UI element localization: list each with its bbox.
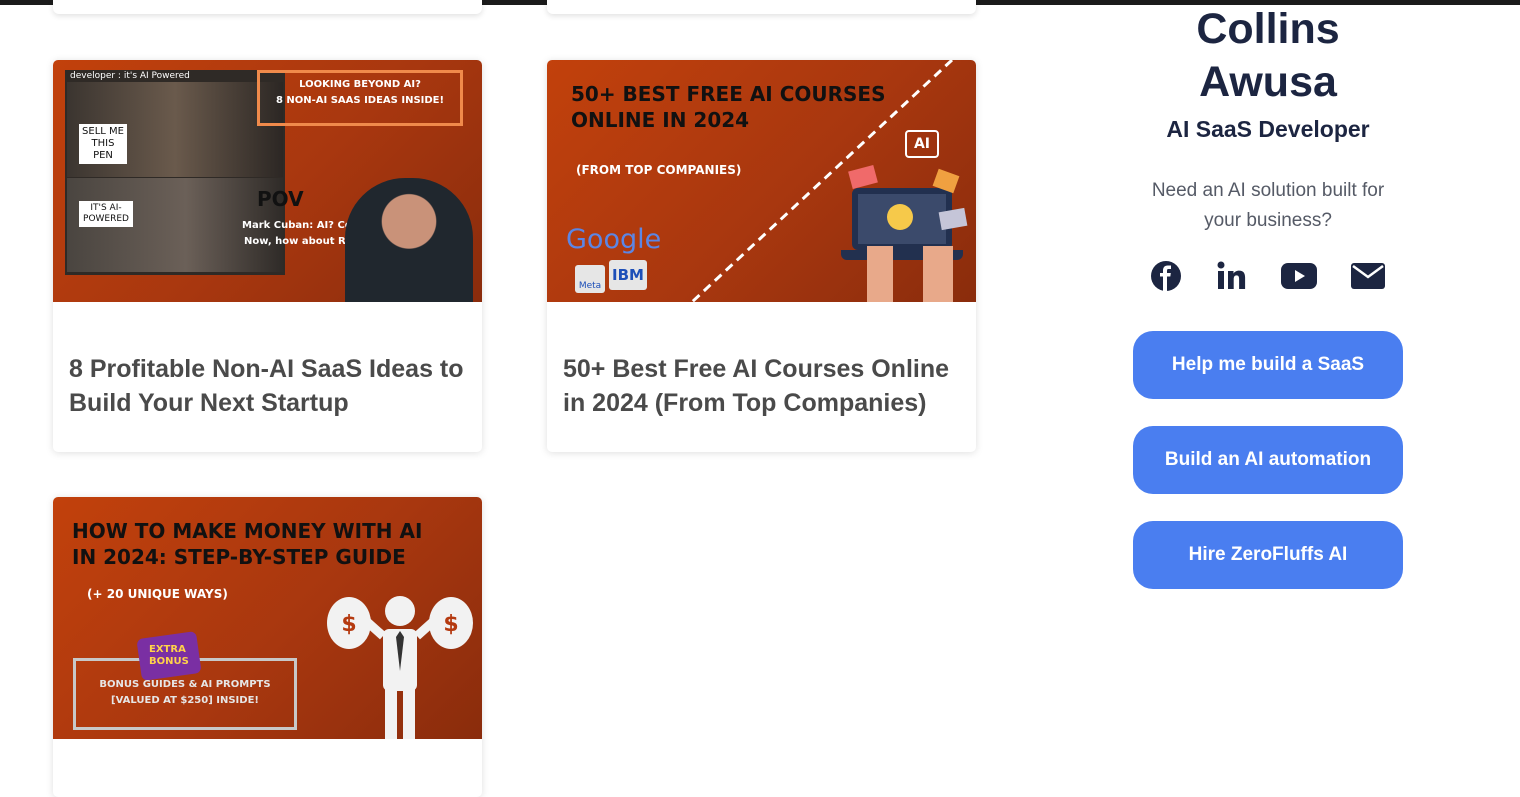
headline-line-2: ONLINE IN 2024 [571,108,750,132]
build-ai-automation-button[interactable]: Build an AI automation [1133,426,1403,494]
headline-line-1: LOOKING BEYOND AI? [299,79,421,90]
post-title[interactable]: 8 Profitable Non-AI SaaS Ideas to Build … [69,352,468,420]
headline-line-2: 8 NON-AI SAAS IDEAS INSIDE! [275,95,445,106]
linkedin-icon[interactable] [1214,258,1250,294]
headline-line-1: HOW TO MAKE MONEY WITH AI [72,519,423,543]
email-icon[interactable] [1350,258,1386,294]
meta-logo: Meta [575,265,605,293]
subheadline: (FROM TOP COMPANIES) [576,163,742,177]
subheadline: (+ 20 UNIQUE WAYS) [87,587,228,601]
post-card-above-left[interactable] [53,0,482,14]
help-build-saas-button[interactable]: Help me build a SaaS [1133,331,1403,399]
meme-bubble-2: IT'S AI-POWERED [79,201,133,227]
youtube-icon[interactable] [1281,258,1317,294]
svg-text:$: $ [443,612,458,637]
ibm-logo: IBM [609,260,647,290]
post-thumbnail[interactable]: developer : it's AI Powered SELL ME THIS… [53,60,482,302]
pov-label: POV [257,187,304,211]
svg-text:$: $ [341,612,356,637]
google-logo: Google [566,224,662,255]
meme-caption: developer : it's AI Powered [70,71,190,81]
headline-line-2: IN 2024: STEP-BY-STEP GUIDE [72,545,406,569]
author-tagline-line-1: Need an AI solution built for [1151,180,1385,201]
post-card[interactable]: HOW TO MAKE MONEY WITH AI IN 2024: STEP-… [53,497,482,797]
author-tagline-line-2: your business? [1204,210,1332,231]
author-name-first: Collins [1196,5,1340,53]
meme-bubble-1: SELL ME THIS PEN [79,124,127,164]
hire-zerofluffs-button[interactable]: Hire ZeroFluffs AI [1133,521,1403,589]
hands-illustration [867,246,953,302]
bonus-line-1: BONUS GUIDES & AI PROMPTS [99,679,271,690]
post-card[interactable]: developer : it's AI Powered SELL ME THIS… [53,60,482,452]
money-man-illustration: $ $ [327,596,473,739]
bonus-label: BONUS [149,656,189,667]
headline-line-1: 50+ BEST FREE AI COURSES [571,82,886,106]
post-thumbnail[interactable]: 50+ BEST FREE AI COURSES ONLINE IN 2024 … [547,60,976,302]
post-title[interactable]: 50+ Best Free AI Courses Online in 2024 … [563,352,962,420]
author-role: AI SaaS Developer [1166,116,1370,142]
facebook-icon[interactable] [1148,258,1184,294]
post-card[interactable]: 50+ BEST FREE AI COURSES ONLINE IN 2024 … [547,60,976,452]
bonus-line-2: [VALUED AT $250] INSIDE! [111,695,259,706]
ai-chip-icon: AI [905,130,939,158]
laptop-screen-bulb-icon [887,204,913,230]
author-name-last: Awusa [1199,58,1337,106]
person-photo [345,178,473,302]
extra-label: EXTRA [149,644,186,655]
post-thumbnail[interactable]: HOW TO MAKE MONEY WITH AI IN 2024: STEP-… [53,497,482,739]
post-card-above-right[interactable] [547,0,976,14]
